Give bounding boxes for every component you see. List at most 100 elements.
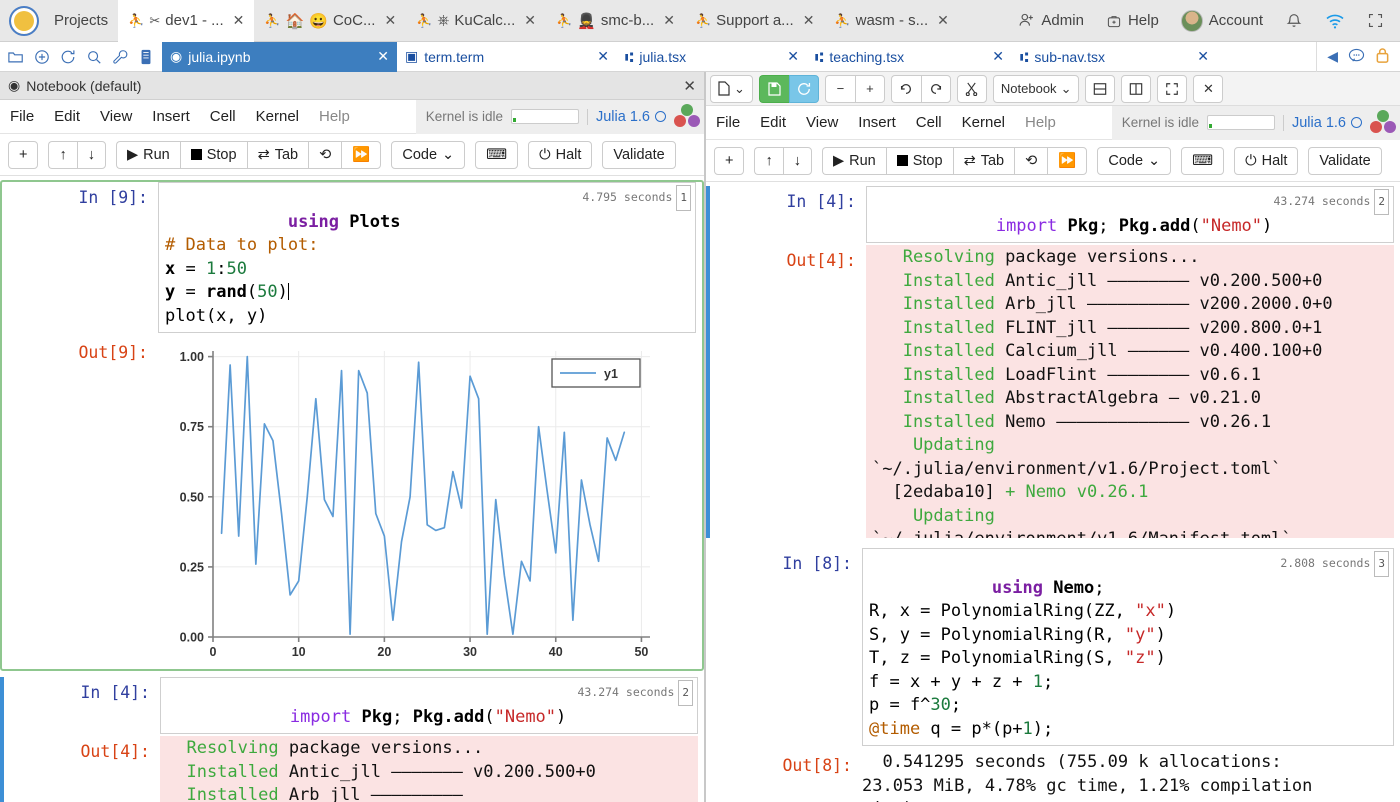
close-icon[interactable]: ✕ — [803, 12, 815, 29]
move-cell-up-button[interactable]: ↑ — [754, 147, 782, 175]
add-cell-button[interactable]: + — [8, 141, 38, 169]
file-tab-julia-ipynb[interactable]: ◉ julia.ipynb ✕ — [162, 42, 397, 72]
run-button[interactable]: ▶Run — [822, 147, 886, 175]
file-menu-button[interactable]: ⌄ — [710, 75, 753, 103]
menu-kernel[interactable]: Kernel — [246, 108, 309, 125]
close-icon[interactable]: ✕ — [233, 12, 245, 29]
cell-code-editor[interactable]: 4.795 seconds 1 using Plots # Data to pl… — [158, 182, 696, 333]
split-horizontal-button[interactable] — [1085, 75, 1115, 103]
close-frame-button[interactable]: ✕ — [1193, 75, 1223, 103]
fullscreen-button[interactable] — [1357, 12, 1394, 29]
close-icon[interactable]: ✕ — [937, 12, 949, 29]
halt-button[interactable]: ⏻Halt — [528, 141, 592, 169]
menu-file[interactable]: File — [0, 108, 44, 125]
admin-button[interactable]: Admin — [1008, 12, 1094, 29]
wifi-status-icon[interactable] — [1315, 12, 1355, 30]
close-icon[interactable]: ✕ — [787, 48, 799, 65]
menu-insert[interactable]: Insert — [848, 114, 906, 131]
menu-cell[interactable]: Cell — [200, 108, 246, 125]
notebook-cell-8[interactable]: In [8]: 2.808 seconds 3 using Nemo; R, x… — [706, 548, 1400, 802]
split-vertical-button[interactable] — [1121, 75, 1151, 103]
cell-type-select[interactable]: Code ⌄ — [1097, 147, 1171, 175]
redo-button[interactable] — [921, 75, 951, 103]
close-icon[interactable]: ✕ — [663, 12, 675, 29]
cell-code-editor[interactable]: 43.274 seconds 2 import Pkg; Pkg.add("Ne… — [866, 186, 1394, 243]
file-tab-subnav-tsx[interactable]: ⑆ sub-nav.tsx ✕ — [1012, 42, 1217, 72]
close-icon[interactable]: ✕ — [1197, 48, 1209, 65]
keyboard-shortcuts-button[interactable]: ⌨ — [475, 141, 518, 169]
fullscreen-button[interactable] — [1157, 75, 1187, 103]
account-button[interactable]: Account — [1171, 10, 1273, 32]
menu-edit[interactable]: Edit — [750, 114, 796, 131]
save-button[interactable] — [759, 75, 789, 103]
file-tab-term[interactable]: ▣ term.term ✕ — [397, 42, 617, 72]
menu-edit[interactable]: Edit — [44, 108, 90, 125]
project-tab-dev1[interactable]: ⛹ ✂ dev1 - ... ✕ — [118, 0, 254, 42]
chat-icon[interactable] — [1348, 48, 1365, 66]
cocalc-logo-icon[interactable] — [4, 1, 44, 41]
project-tab-kucalc[interactable]: ⛹ ⎈ KuCalc... ✕ — [406, 0, 546, 42]
project-tab-smcb[interactable]: ⛹ 💂 smc-b... ✕ — [546, 0, 685, 42]
run-button[interactable]: ▶Run — [116, 141, 180, 169]
file-tab-teaching-tsx[interactable]: ⑆ teaching.tsx ✕ — [807, 42, 1012, 72]
move-cell-down-button[interactable]: ↓ — [77, 141, 106, 169]
close-icon[interactable]: ✕ — [683, 77, 696, 95]
stop-button[interactable]: Stop — [180, 141, 247, 169]
timetravel-button[interactable] — [789, 75, 819, 103]
close-icon[interactable]: ✕ — [597, 48, 609, 65]
close-icon[interactable]: ✕ — [384, 12, 396, 29]
menu-insert[interactable]: Insert — [142, 108, 200, 125]
menu-file[interactable]: File — [706, 114, 750, 131]
cut-button[interactable] — [957, 75, 987, 103]
kernel-name[interactable]: Julia 1.6 — [1283, 115, 1362, 131]
kernel-name[interactable]: Julia 1.6 — [587, 109, 666, 125]
notebook-cell-2[interactable]: In [4]: 43.274 seconds 2 import Pkg; Pkg… — [0, 677, 704, 802]
left-arrow-icon[interactable]: ◀ — [1327, 48, 1338, 65]
move-cell-down-button[interactable]: ↓ — [783, 147, 812, 175]
history-icon[interactable] — [56, 45, 80, 69]
frame-type-select[interactable]: Notebook ⌄ — [993, 75, 1080, 103]
zoom-out-button[interactable]: − — [825, 75, 855, 103]
search-icon[interactable] — [82, 45, 106, 69]
restart-kernel-button[interactable]: ⟲ — [1014, 147, 1047, 175]
halt-button[interactable]: ⏻Halt — [1234, 147, 1298, 175]
help-button[interactable]: Help — [1096, 12, 1169, 29]
project-tab-support[interactable]: ⛹ Support a... ✕ — [685, 0, 824, 42]
run-all-button[interactable]: ⏩ — [341, 141, 381, 169]
lock-icon[interactable] — [1375, 47, 1390, 67]
stop-button[interactable]: Stop — [886, 147, 953, 175]
notifications-button[interactable] — [1275, 12, 1313, 30]
tab-button[interactable]: ⇄Tab — [247, 141, 309, 169]
validate-button[interactable]: Validate — [1308, 147, 1381, 175]
close-icon[interactable]: ✕ — [377, 48, 389, 65]
project-tab-cocalc[interactable]: ⛹ 🏠 😀 CoC... ✕ — [254, 0, 406, 42]
menu-help[interactable]: Help — [1015, 114, 1066, 131]
restart-kernel-button[interactable]: ⟲ — [308, 141, 341, 169]
menu-view[interactable]: View — [90, 108, 142, 125]
menu-kernel[interactable]: Kernel — [952, 114, 1015, 131]
server-icon[interactable] — [134, 45, 158, 69]
cell-code-editor[interactable]: 2.808 seconds 3 using Nemo; R, x = Polyn… — [862, 548, 1394, 746]
keyboard-shortcuts-button[interactable]: ⌨ — [1181, 147, 1224, 175]
plus-circle-icon[interactable] — [30, 45, 54, 69]
undo-button[interactable] — [891, 75, 921, 103]
menu-cell[interactable]: Cell — [906, 114, 952, 131]
zoom-in-button[interactable]: + — [855, 75, 885, 103]
close-icon[interactable]: ✕ — [524, 12, 536, 29]
project-tab-wasm[interactable]: ⛹ wasm - s... ✕ — [824, 0, 958, 42]
file-tab-julia-tsx[interactable]: ⑆ julia.tsx ✕ — [617, 42, 807, 72]
notebook-cell-4[interactable]: In [4]: 43.274 seconds 2 import Pkg; Pkg… — [706, 186, 1400, 538]
menu-view[interactable]: View — [796, 114, 848, 131]
move-cell-up-button[interactable]: ↑ — [48, 141, 76, 169]
add-cell-button[interactable]: + — [714, 147, 744, 175]
notebook-cell-1[interactable]: In [9]: 4.795 seconds 1 using Plots # Da… — [0, 180, 704, 671]
validate-button[interactable]: Validate — [602, 141, 675, 169]
cell-code-editor[interactable]: 43.274 seconds 2 import Pkg; Pkg.add("Ne… — [160, 677, 698, 734]
wrench-icon[interactable] — [108, 45, 132, 69]
tab-button[interactable]: ⇄Tab — [953, 147, 1015, 175]
close-icon[interactable]: ✕ — [992, 48, 1004, 65]
menu-help[interactable]: Help — [309, 108, 360, 125]
projects-button[interactable]: Projects — [44, 0, 118, 42]
cell-type-select[interactable]: Code ⌄ — [391, 141, 465, 169]
run-all-button[interactable]: ⏩ — [1047, 147, 1087, 175]
